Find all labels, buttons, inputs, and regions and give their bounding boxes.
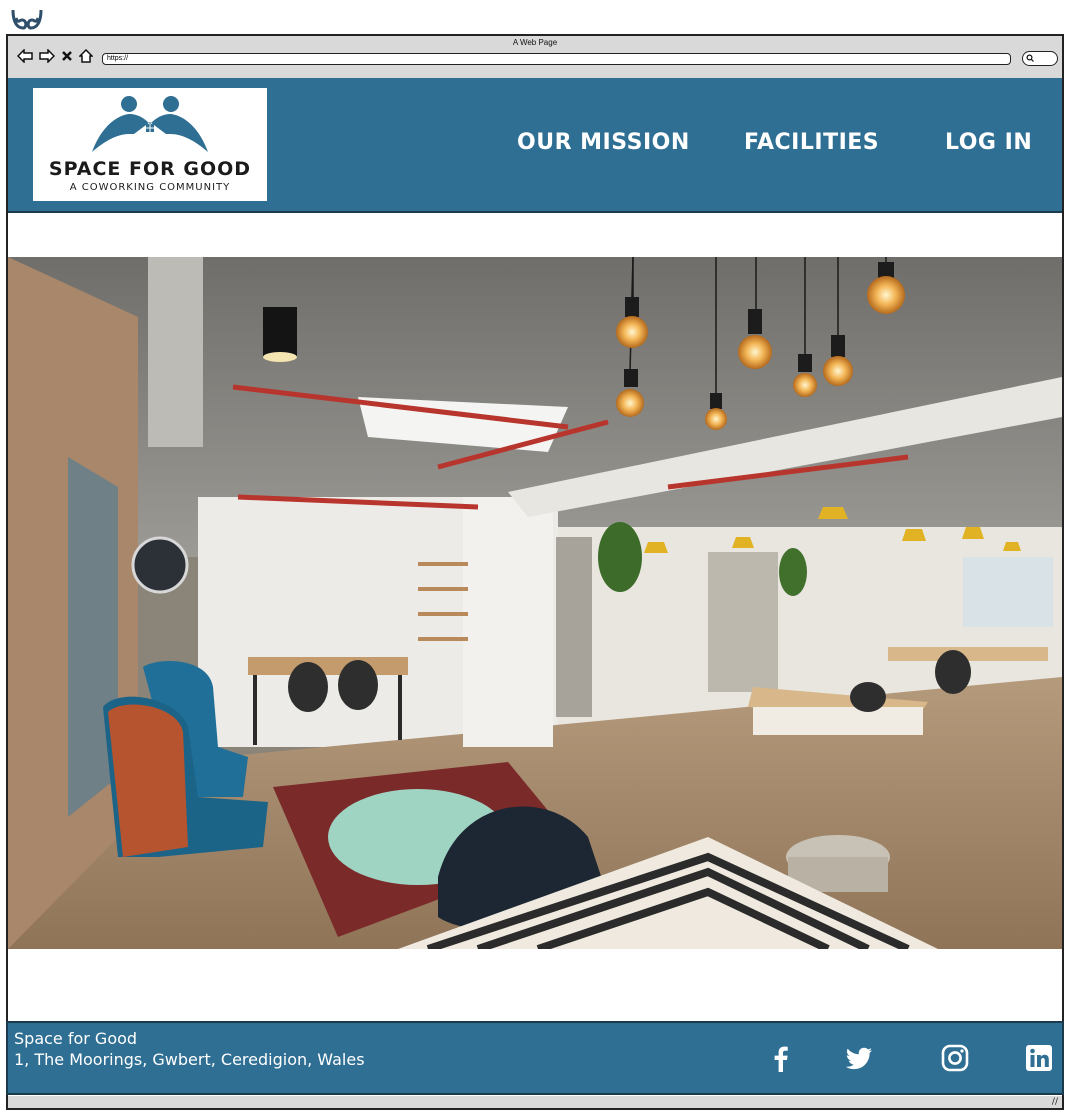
close-icon[interactable] [61,50,73,62]
back-icon[interactable] [17,49,33,63]
browser-toolbar: A Web Page https:// [8,36,1062,80]
twitter-icon[interactable] [844,1043,874,1073]
site-footer: Space for Good 1, The Moorings, Gwbert, … [6,1021,1064,1095]
window-title: A Web Page [512,38,558,47]
nav-our-mission[interactable]: OUR MISSION [517,130,690,155]
home-icon[interactable] [79,49,93,63]
app-logo-icon [11,9,43,30]
forward-icon[interactable] [39,49,55,63]
browser-status-bar: // [8,1096,1062,1108]
address-bar[interactable]: https:// [102,53,1011,65]
coworking-space-photo [8,257,1062,949]
hero-image [8,257,1062,949]
logo-tagline: A COWORKING COMMUNITY [69,182,231,193]
search-icon [1026,54,1034,62]
site-logo[interactable]: SPACE FOR GOOD A COWORKING COMMUNITY [33,88,267,201]
site-header: SPACE FOR GOOD A COWORKING COMMUNITY OUR… [8,78,1062,213]
instagram-icon[interactable] [940,1043,970,1073]
browser-window: A Web Page https:// SPACE FOR GOOD A COW [6,34,1064,1110]
browser-search-button[interactable] [1022,51,1058,66]
nav-log-in[interactable]: LOG IN [945,130,1032,155]
facebook-icon[interactable] [766,1043,796,1073]
logo-name: SPACE FOR GOOD [48,158,252,180]
resize-grip-icon[interactable]: // [1052,1097,1058,1107]
footer-company-name: Space for Good [14,1029,138,1048]
linkedin-icon[interactable] [1024,1043,1054,1073]
footer-address: 1, The Moorings, Gwbert, Ceredigion, Wal… [14,1050,365,1069]
browser-nav-icons [17,48,93,64]
nav-facilities[interactable]: FACILITIES [744,130,879,155]
coworking-logo-icon [92,96,208,152]
